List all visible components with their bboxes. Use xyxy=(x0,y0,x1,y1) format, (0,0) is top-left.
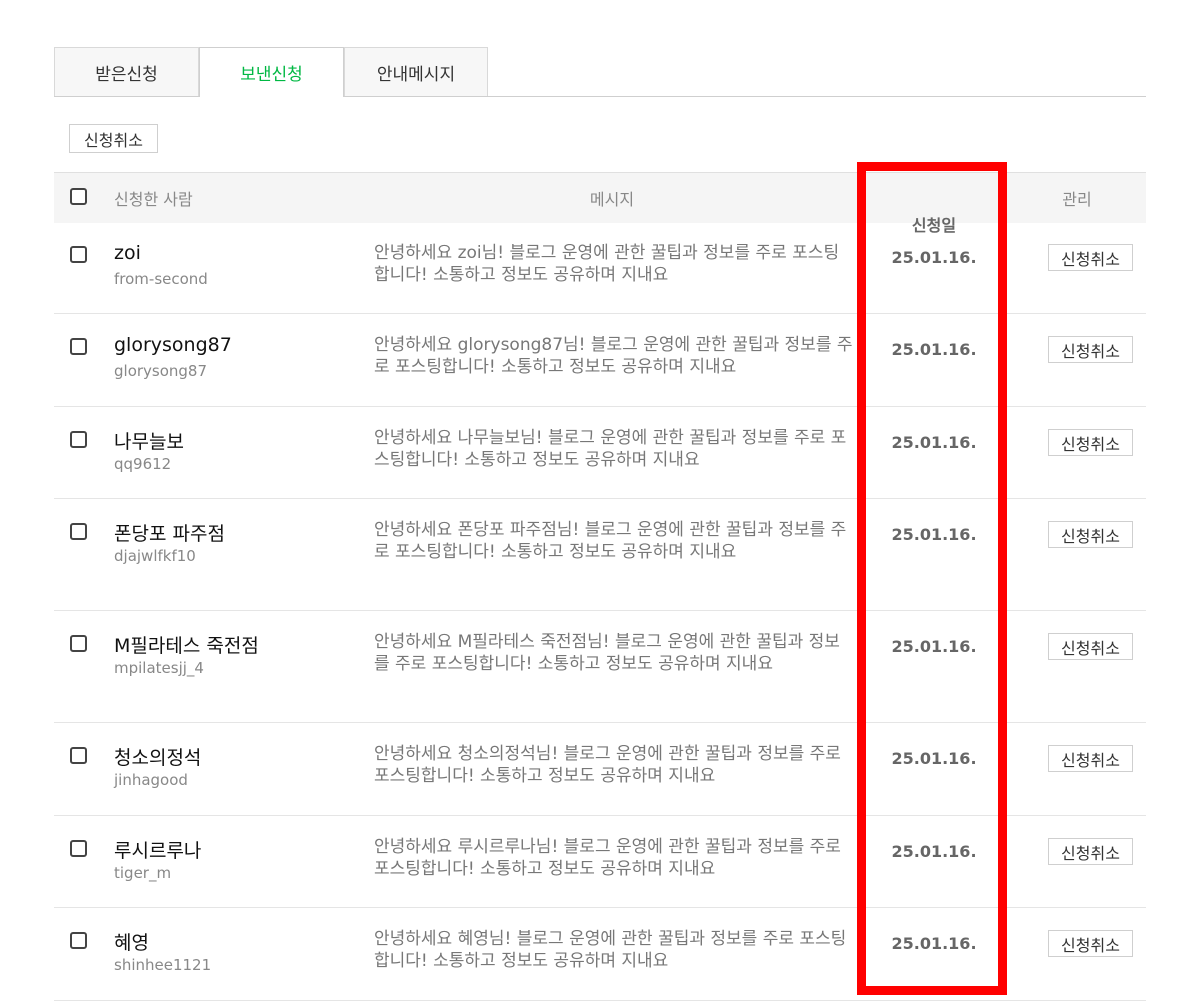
table-row: glorysong87 glorysong87 안녕하세요 glorysong8… xyxy=(54,314,1146,407)
row-date: 25.01.16. xyxy=(891,842,977,861)
row-message: 안녕하세요 zoi님! 블로그 운영에 관한 꿀팁과 정보를 주로 포스팅합니다… xyxy=(374,243,840,285)
row-checkbox[interactable] xyxy=(70,338,87,355)
row-cancel-button[interactable]: 신청취소 xyxy=(1048,429,1133,456)
row-user-id: mpilatesjj_4 xyxy=(114,659,204,677)
table-row: 나무늘보 qq9612 안녕하세요 나무늘보님! 블로그 운영에 관한 꿀팁과 … xyxy=(54,407,1146,499)
row-cancel-button[interactable]: 신청취소 xyxy=(1048,633,1133,660)
row-date: 25.01.16. xyxy=(891,340,977,359)
row-user-id: tiger_m xyxy=(114,864,172,882)
row-cancel-button[interactable]: 신청취소 xyxy=(1048,745,1133,772)
row-message: 안녕하세요 나무늘보님! 블로그 운영에 관한 꿀팁과 정보를 주로 포스팅합니… xyxy=(374,428,847,470)
row-cancel-button[interactable]: 신청취소 xyxy=(1048,336,1133,363)
row-name: M필라테스 죽전점 xyxy=(114,635,259,657)
table-row: zoi from-second 안녕하세요 zoi님! 블로그 운영에 관한 꿀… xyxy=(54,222,1146,314)
row-message: 안녕하세요 glorysong87님! 블로그 운영에 관한 꿀팁과 정보를 주… xyxy=(374,335,853,377)
row-name: glorysong87 xyxy=(114,334,232,356)
header-manage: 관리 xyxy=(1062,190,1092,209)
header-message: 메시지 xyxy=(589,190,635,209)
row-name: 청소의정석 xyxy=(114,747,202,769)
row-checkbox[interactable] xyxy=(70,431,87,448)
tab-received[interactable]: 받은신청 xyxy=(54,47,199,96)
row-message: 안녕하세요 청소의정석님! 블로그 운영에 관한 꿀팁과 정보를 주로 포스팅합… xyxy=(374,744,841,786)
row-checkbox[interactable] xyxy=(70,932,87,949)
row-cancel-button[interactable]: 신청취소 xyxy=(1048,930,1133,957)
row-message: 안녕하세요 M필라테스 죽전점님! 블로그 운영에 관한 꿀팁과 정보를 주로 … xyxy=(374,632,840,674)
row-user-id: shinhee1121 xyxy=(114,956,212,974)
tab-notice-messages[interactable]: 안내메시지 xyxy=(344,47,488,96)
row-name: 혜영 xyxy=(114,932,149,954)
table-row: 폰당포 파주점 djajwlfkf10 안녕하세요 폰당포 파주점님! 블로그 … xyxy=(54,499,1146,611)
row-cancel-button[interactable]: 신청취소 xyxy=(1048,838,1133,865)
row-message: 안녕하세요 폰당포 파주점님! 블로그 운영에 관한 꿀팁과 정보를 주로 포스… xyxy=(374,520,847,562)
table-row: 혜영 shinhee1121 안녕하세요 혜영님! 블로그 운영에 관한 꿀팁과… xyxy=(54,908,1146,1001)
tab-bar: 받은신청 보낸신청 안내메시지 xyxy=(54,47,1146,97)
row-name: zoi xyxy=(114,242,141,264)
row-message: 안녕하세요 루시르루나님! 블로그 운영에 관한 꿀팁과 정보를 주로 포스팅합… xyxy=(374,837,841,879)
table-row: M필라테스 죽전점 mpilatesjj_4 안녕하세요 M필라테스 죽전점님!… xyxy=(54,611,1146,723)
row-date: 25.01.16. xyxy=(891,433,977,452)
row-checkbox[interactable] xyxy=(70,246,87,263)
tab-sent[interactable]: 보낸신청 xyxy=(199,47,344,97)
row-user-id: glorysong87 xyxy=(114,362,208,380)
row-checkbox[interactable] xyxy=(70,840,87,857)
row-cancel-button[interactable]: 신청취소 xyxy=(1048,521,1133,548)
row-date: 25.01.16. xyxy=(891,934,977,953)
header-applicant: 신청한 사람 xyxy=(114,190,193,209)
row-message: 안녕하세요 혜영님! 블로그 운영에 관한 꿀팁과 정보를 주로 포스팅합니다!… xyxy=(374,929,847,971)
row-name: 루시르루나 xyxy=(114,840,202,862)
bulk-cancel-button[interactable]: 신청취소 xyxy=(69,124,158,153)
row-cancel-button[interactable]: 신청취소 xyxy=(1048,244,1133,271)
row-checkbox[interactable] xyxy=(70,635,87,652)
row-date: 25.01.16. xyxy=(891,637,977,656)
row-user-id: qq9612 xyxy=(114,455,172,473)
row-date: 25.01.16. xyxy=(891,525,977,544)
table-row: 루시르루나 tiger_m 안녕하세요 루시르루나님! 블로그 운영에 관한 꿀… xyxy=(54,816,1146,908)
row-name: 폰당포 파주점 xyxy=(114,523,225,545)
row-name: 나무늘보 xyxy=(114,431,184,453)
row-date: 25.01.16. xyxy=(891,749,977,768)
table-row: 청소의정석 jinhagood 안녕하세요 청소의정석님! 블로그 운영에 관한… xyxy=(54,723,1146,816)
select-all-checkbox[interactable] xyxy=(70,188,87,205)
row-user-id: djajwlfkf10 xyxy=(114,547,196,565)
row-checkbox[interactable] xyxy=(70,747,87,764)
row-checkbox[interactable] xyxy=(70,523,87,540)
table-header: 신청한 사람 메시지 신청일 관리 xyxy=(54,172,1146,235)
row-user-id: from-second xyxy=(114,270,208,288)
row-date: 25.01.16. xyxy=(891,248,977,267)
row-user-id: jinhagood xyxy=(114,771,188,789)
